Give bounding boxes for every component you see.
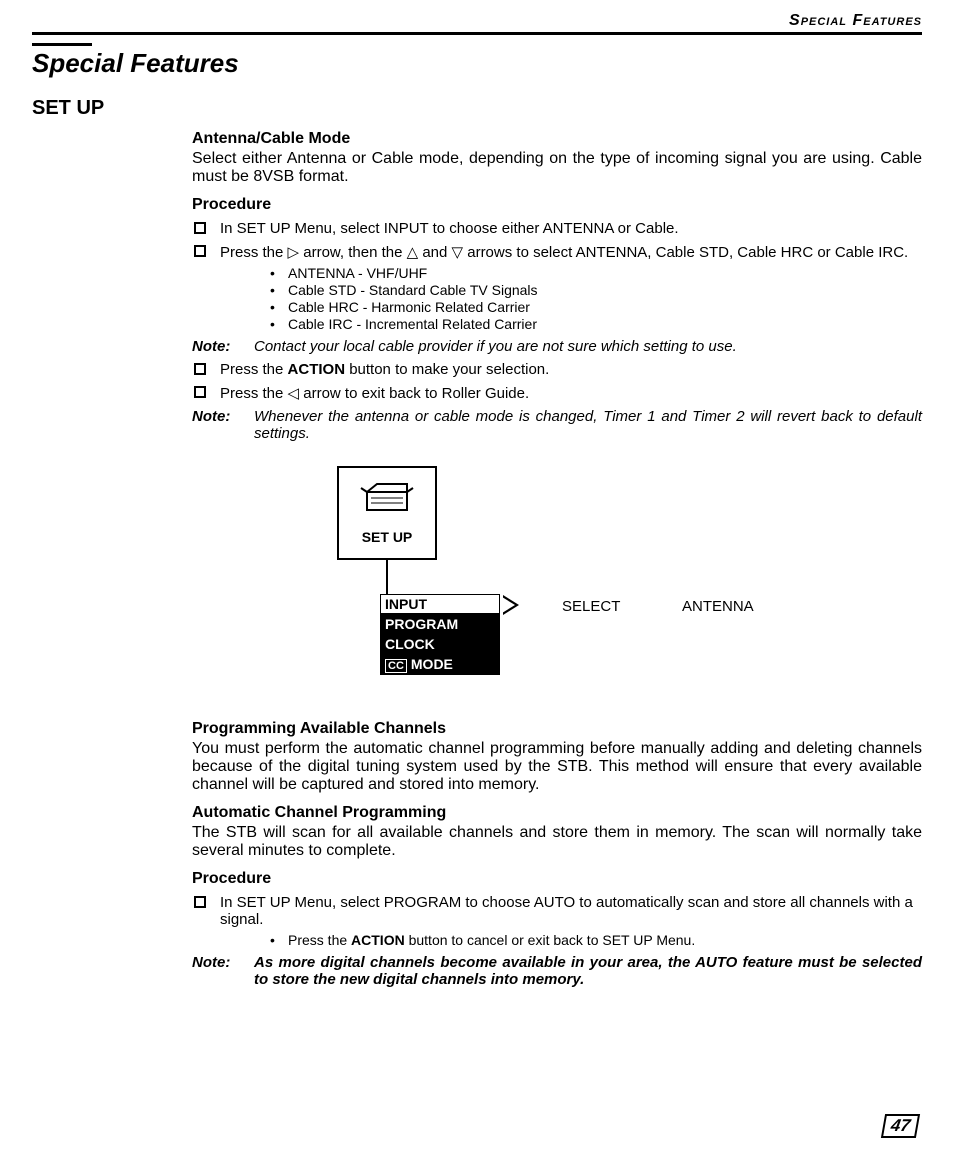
note-2-label: Note: [192,408,254,442]
procedure-list-1: In SET UP Menu, select INPUT to choose e… [192,220,922,332]
proc1-step1: In SET UP Menu, select INPUT to choose e… [192,220,922,237]
proc2-sub-1: Press the ACTION button to cancel or exi… [270,932,922,948]
antenna-cable-heading: Antenna/Cable Mode [192,130,922,148]
auto-prog-para: The STB will scan for all available chan… [192,824,922,860]
proc2-sub-post: button to cancel or exit back to SET UP … [405,932,696,948]
prog-channels-heading: Programming Available Channels [192,720,922,738]
proc1-step3-bold: ACTION [288,361,346,378]
proc1-step3: Press the ACTION button to make your sel… [192,361,922,378]
proc1-step2-text: Press the ▷ arrow, then the △ and ▽ arro… [220,244,908,261]
auto-prog-heading: Automatic Channel Programming [192,804,922,822]
title-block: Special Features [32,43,922,79]
running-header: Special Features [32,12,922,35]
setup-box-label: SET UP [339,529,435,545]
figure-menu-input-text: INPUT [385,596,427,612]
proc2-step1: In SET UP Menu, select PROGRAM to choose… [192,894,922,948]
proc1-sublist: ANTENNA - VHF/UHF Cable STD - Standard C… [270,265,922,332]
proc1-step3-pre: Press the [220,361,288,378]
running-header-text: Special Features [789,12,922,29]
page-title: Special Features [32,48,922,79]
title-rule [32,43,92,46]
figure-menu-clock: CLOCK [380,634,500,654]
setup-icon-box: SET UP [337,466,437,560]
proc1-step3-post: button to make your selection. [345,361,549,378]
setup-figure: SET UP INPUT PROGRAM CLOCK CC MODE SELECT… [192,466,922,696]
procedure-label-1: Procedure [192,196,922,214]
figure-select-value: ANTENNA [682,598,754,615]
prog-channels-para: You must perform the automatic channel p… [192,740,922,794]
figure-select-label: SELECT [562,598,620,615]
note-1-text: Contact your local cable provider if you… [254,338,922,355]
proc2-step1-text: In SET UP Menu, select PROGRAM to choose… [220,894,913,928]
figure-menu-block: INPUT PROGRAM CLOCK CC MODE [380,594,500,675]
content-body: Antenna/Cable Mode Select either Antenna… [192,130,922,988]
note-1: Note: Contact your local cable provider … [192,338,922,355]
figure-menu-program: PROGRAM [380,614,500,634]
note-1-label: Note: [192,338,254,355]
cc-icon: CC [385,659,407,673]
setup-box-icon [357,476,417,520]
antenna-cable-intro: Select either Antenna or Cable mode, dep… [192,150,922,186]
note-2: Note: Whenever the antenna or cable mode… [192,408,922,442]
page: Special Features Special Features SET UP… [0,0,954,1152]
section-setup-heading: SET UP [32,97,922,120]
proc2-sub-bold: ACTION [351,932,405,948]
page-number: 47 [881,1114,920,1138]
proc1-step4: Press the ◁ arrow to exit back to Roller… [192,384,922,402]
procedure-label-2: Procedure [192,870,922,888]
proc1-sub-3: Cable HRC - Harmonic Related Carrier [270,299,922,315]
procedure-list-1b: Press the ACTION button to make your sel… [192,361,922,402]
note-2-text: Whenever the antenna or cable mode is ch… [254,408,922,442]
proc1-step2: Press the ▷ arrow, then the △ and ▽ arro… [192,243,922,332]
menu-pointer-inner [502,597,515,613]
note-3-text: As more digital channels become availabl… [254,954,922,988]
cc-mode-text: MODE [411,656,453,672]
proc1-sub-4: Cable IRC - Incremental Related Carrier [270,316,922,332]
note-3: Note: As more digital channels become av… [192,954,922,988]
proc2-sub-pre: Press the [288,932,351,948]
figure-menu-ccmode: CC MODE [380,654,500,675]
proc1-sub-2: Cable STD - Standard Cable TV Signals [270,282,922,298]
note-3-label: Note: [192,954,254,988]
figure-menu-input: INPUT [380,594,500,614]
proc2-sublist: Press the ACTION button to cancel or exi… [270,932,922,948]
procedure-list-2: In SET UP Menu, select PROGRAM to choose… [192,894,922,948]
proc1-sub-1: ANTENNA - VHF/UHF [270,265,922,281]
